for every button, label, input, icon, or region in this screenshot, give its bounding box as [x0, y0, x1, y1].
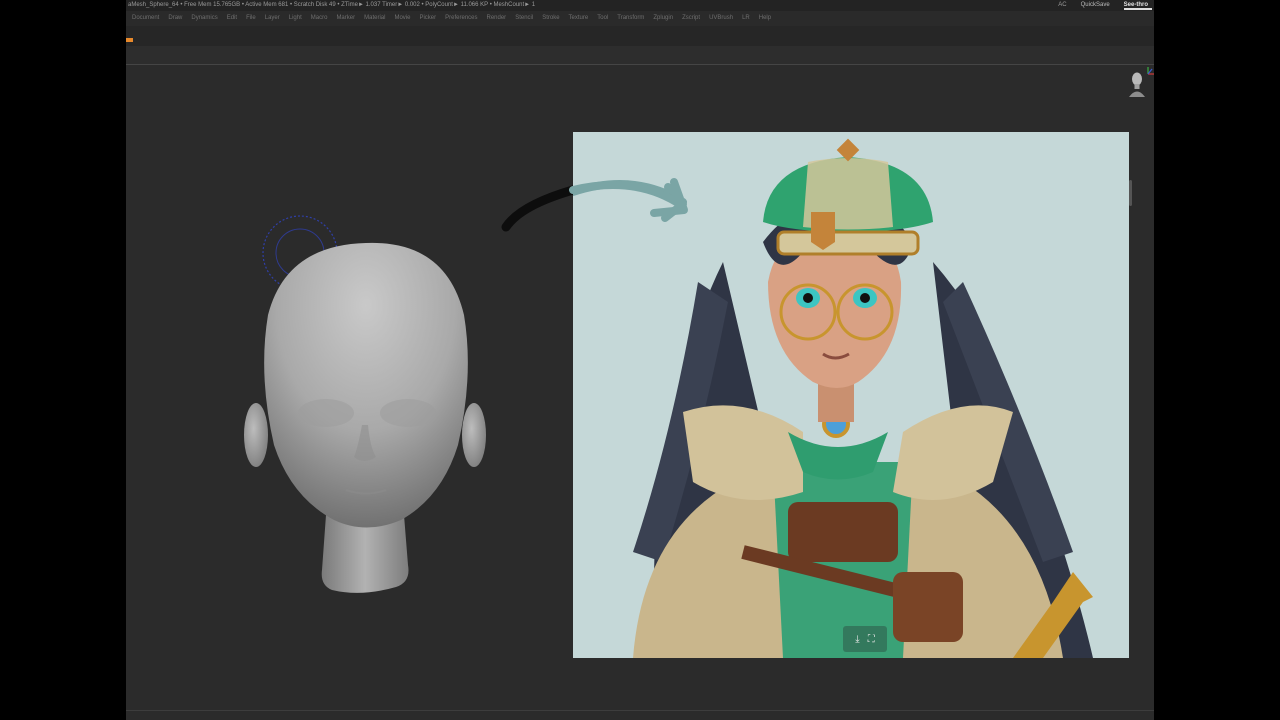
viewport-bottom-border — [126, 710, 1154, 711]
menu-uvbrush[interactable]: UVBrush — [709, 11, 733, 26]
menu-stroke[interactable]: Stroke — [542, 11, 559, 26]
status-bar: aMesh_Sphere_64 • Free Mem 15.765GB • Ac… — [126, 0, 1154, 11]
reference-image-panel[interactable]: ⤓ ⛶ — [573, 132, 1129, 658]
menu-help[interactable]: Help — [759, 11, 771, 26]
menu-preferences[interactable]: Preferences — [445, 11, 477, 26]
download-icon[interactable]: ⤓ — [855, 634, 859, 645]
menu-transform[interactable]: Transform — [617, 11, 644, 26]
menu-bar: Document Draw Dynamics Edit File Layer L… — [126, 11, 1154, 26]
ac-label: AC — [1058, 2, 1067, 8]
menu-document[interactable]: Document — [132, 11, 159, 26]
reference-controls: ⤓ ⛶ — [843, 626, 887, 652]
menu-picker[interactable]: Picker — [419, 11, 436, 26]
active-tab-indicator — [126, 38, 133, 42]
toolbar — [126, 26, 1154, 47]
menu-zscript[interactable]: Zscript — [682, 11, 700, 26]
character-reference-image — [573, 138, 1093, 658]
menu-file[interactable]: File — [246, 11, 256, 26]
menu-texture[interactable]: Texture — [569, 11, 589, 26]
menu-layer[interactable]: Layer — [265, 11, 280, 26]
tray-strip — [126, 46, 1154, 65]
quicksave-button[interactable]: QuickSave — [1081, 0, 1110, 11]
menu-lr[interactable]: LR — [742, 11, 750, 26]
head-sculpt[interactable] — [236, 235, 496, 600]
fullscreen-icon[interactable]: ⛶ — [868, 634, 875, 645]
menu-tool[interactable]: Tool — [597, 11, 608, 26]
menu-render[interactable]: Render — [487, 11, 507, 26]
menu-zplugin[interactable]: Zplugin — [653, 11, 673, 26]
see-through-slider[interactable]: See-thro — [1123, 0, 1153, 11]
scrollbar-handle[interactable] — [1129, 180, 1132, 206]
bust-thumbnail-icon[interactable] — [1128, 70, 1146, 98]
status-bar-right: AC QuickSave See-thro — [1058, 0, 1153, 11]
menu-macro[interactable]: Macro — [311, 11, 328, 26]
menu-material[interactable]: Material — [364, 11, 385, 26]
menu-dynamics[interactable]: Dynamics — [191, 11, 217, 26]
menu-marker[interactable]: Marker — [336, 11, 355, 26]
axis-gizmo-icon[interactable] — [1146, 64, 1154, 76]
status-text: aMesh_Sphere_64 • Free Mem 15.765GB • Ac… — [128, 2, 536, 8]
menu-stencil[interactable]: Stencil — [515, 11, 533, 26]
zbrush-window: aMesh_Sphere_64 • Free Mem 15.765GB • Ac… — [126, 0, 1154, 720]
menu-movie[interactable]: Movie — [394, 11, 410, 26]
menu-light[interactable]: Light — [289, 11, 302, 26]
menu-edit[interactable]: Edit — [227, 11, 237, 26]
menu-draw[interactable]: Draw — [168, 11, 182, 26]
